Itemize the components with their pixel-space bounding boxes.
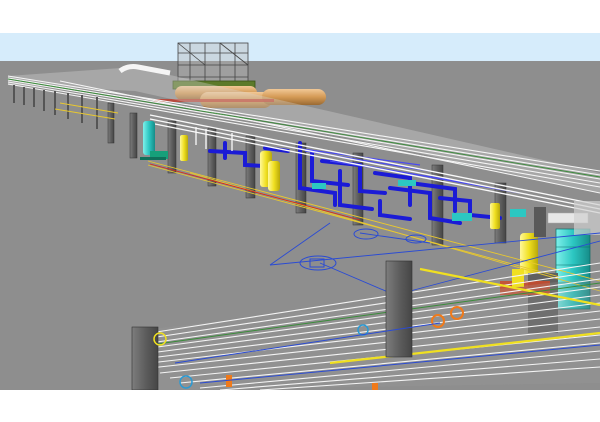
sky-background xyxy=(0,33,600,63)
bottom-margin xyxy=(0,390,600,422)
3d-plant-model-viewport[interactable] xyxy=(0,33,600,390)
top-margin xyxy=(0,0,600,33)
model-canvas[interactable] xyxy=(0,33,600,390)
